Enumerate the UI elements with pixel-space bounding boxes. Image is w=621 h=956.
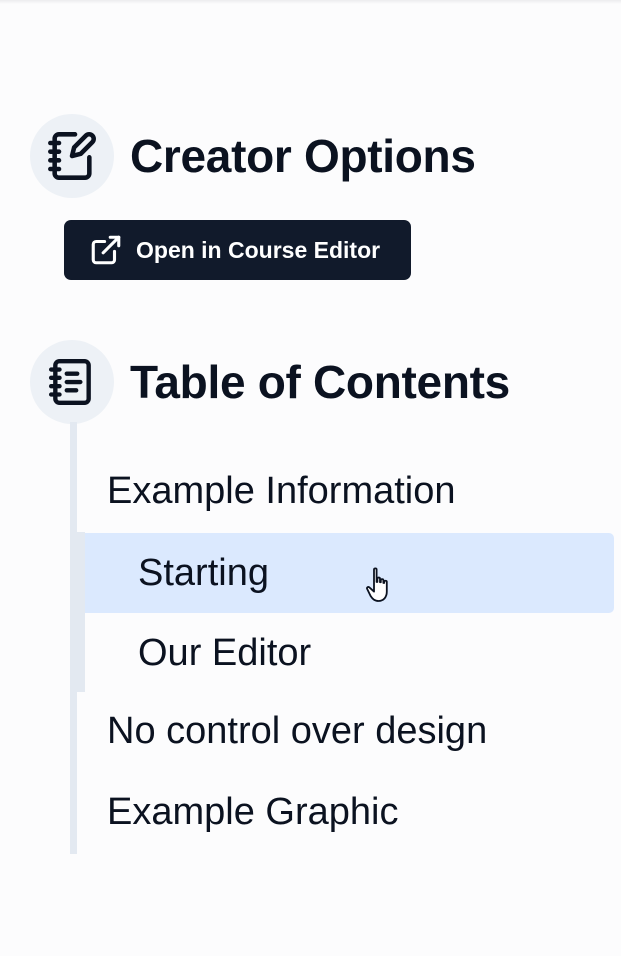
toc-item-no-control-over-design[interactable]: No control over design	[107, 710, 487, 753]
toc-subitem-starting[interactable]: Starting	[85, 533, 614, 613]
open-button-label: Open in Course Editor	[136, 236, 381, 263]
creator-options-header: Creator Options	[30, 114, 476, 198]
notebook-text-icon	[30, 340, 114, 424]
toc-subitem-our-editor[interactable]: Our Editor	[85, 613, 614, 693]
toc-subrail	[77, 532, 85, 692]
external-link-icon	[89, 233, 123, 267]
table-of-contents-header: Table of Contents	[30, 340, 510, 424]
toc-item-example-information[interactable]: Example Information	[107, 470, 456, 513]
toc-subitem-label: Starting	[138, 551, 269, 594]
open-in-course-editor-button[interactable]: Open in Course Editor	[64, 220, 411, 280]
toc-subitem-label: Our Editor	[138, 631, 312, 674]
creator-options-title: Creator Options	[130, 130, 476, 182]
toc-item-example-graphic[interactable]: Example Graphic	[107, 791, 398, 834]
hand-pointer-icon	[364, 567, 394, 605]
table-of-contents-list: Example Information Starting Our Editor …	[70, 422, 615, 854]
toc-rail	[70, 422, 77, 854]
table-of-contents-title: Table of Contents	[130, 356, 510, 408]
notebook-pen-icon	[30, 114, 114, 198]
top-divider	[0, 0, 621, 4]
